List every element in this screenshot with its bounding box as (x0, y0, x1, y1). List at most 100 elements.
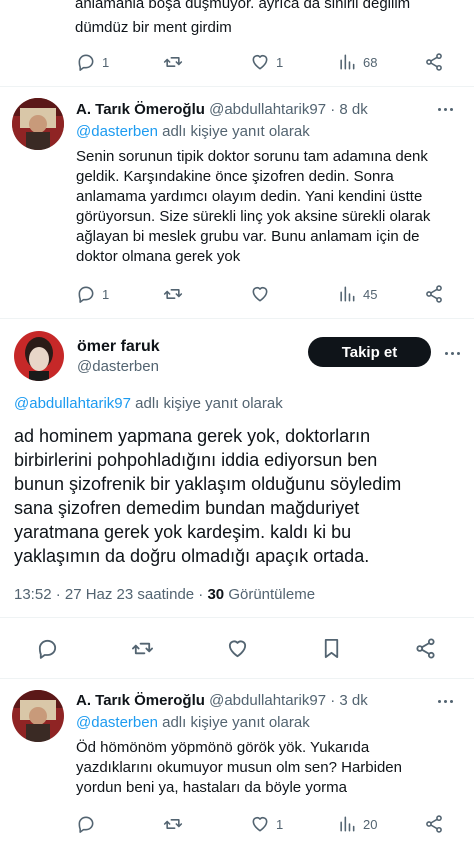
reply-icon (76, 52, 96, 72)
divider (0, 678, 474, 679)
main-tweet-line: bunun şizofrenik bir yaklaşım olduğunu s… (14, 474, 402, 494)
author-name[interactable]: A. Tarık Ömeroğlu (76, 101, 205, 118)
like-icon (250, 52, 270, 72)
prev-retweet-button[interactable] (163, 52, 183, 72)
reply-to-suffix: adlı kişiye yanıt olarak (162, 714, 310, 731)
reply-button[interactable] (76, 814, 102, 834)
retweet-icon (131, 637, 154, 660)
main-like-button[interactable] (226, 637, 249, 660)
views-icon (337, 284, 357, 304)
tweet-header: A. Tarık Ömeroğlu @abdullahtarik97 · 8 d… (76, 100, 368, 120)
tweet-line: anlamama yardımcı olayım dedin. Yani ken… (76, 188, 423, 205)
like-icon (226, 637, 249, 660)
reply-icon (36, 637, 59, 660)
tweet-line: görüyorsun. Size sürekli linç yok aksine… (76, 208, 431, 225)
retweet-button[interactable] (163, 814, 183, 834)
avatar-image (12, 690, 64, 742)
prev-views-button[interactable]: 68 (337, 52, 377, 72)
divider (0, 617, 474, 618)
tweet-time[interactable]: · 8 dk (330, 101, 368, 118)
prev-share-button[interactable] (424, 52, 444, 72)
tweet-line: Öd hömönöm yöpmönö görök yök. Yukarıda (76, 739, 370, 756)
reply-context: @dasterben adlı kişiye yanıt olarak (76, 713, 310, 733)
reply-button[interactable]: 1 (76, 284, 109, 304)
retweet-icon (163, 52, 183, 72)
main-share-button[interactable] (414, 637, 437, 660)
tweet-line: ağlayan bi meslek grubu var. Bunu anlama… (76, 228, 420, 245)
share-icon (424, 284, 444, 304)
reply-context: @dasterben adlı kişiye yanıt olarak (76, 122, 310, 142)
main-reply-context: @abdullahtarik97 adlı kişiye yanıt olara… (14, 394, 283, 414)
more-icon[interactable] (438, 700, 453, 703)
tweet-line: doktor olmana gerek yok (76, 248, 241, 265)
avatar-image (12, 98, 64, 150)
main-tweet-line: yaklaşımın da doğru olmadığı apaçık orta… (14, 546, 370, 566)
prev-reply-button[interactable]: 1 (76, 52, 109, 72)
author-handle[interactable]: @abdullahtarik97 (209, 101, 326, 118)
main-reply-button[interactable] (36, 637, 59, 660)
main-tweet-line: yaratmana gerek yok kardeşim. kaldı ki b… (14, 522, 352, 542)
main-tweet-line: ad hominem yapmana gerek yok, doktorları… (14, 426, 371, 446)
tweet-line: yordun beni ya, hastaları da böyle yorma (76, 779, 347, 796)
more-icon[interactable] (445, 352, 460, 355)
prev-like-button[interactable]: 1 (250, 52, 283, 72)
more-icon[interactable] (438, 108, 453, 111)
share-button[interactable] (424, 284, 444, 304)
share-button[interactable] (424, 814, 444, 834)
tweet-line: yazdıklarını okumuyor musun olm sen? Har… (76, 759, 402, 776)
main-bookmark-button[interactable] (320, 637, 343, 660)
author-handle[interactable]: @abdullahtarik97 (209, 692, 326, 709)
bookmark-icon (320, 637, 343, 660)
like-button[interactable] (250, 284, 270, 304)
author-name[interactable]: A. Tarık Ömeroğlu (76, 692, 205, 709)
tweet-body: Öd hömönöm yöpmönö görök yök. Yukarıda y… (76, 738, 466, 798)
share-icon (414, 637, 437, 660)
reply-to-suffix: adlı kişiye yanıt olarak (135, 395, 283, 412)
avatar-tarik[interactable] (12, 690, 64, 742)
reply-to-suffix: adlı kişiye yanıt olarak (162, 123, 310, 140)
main-tweet-line: birbirlerini pohpohladığını iddia ediyor… (14, 450, 378, 470)
views-button[interactable]: 45 (337, 284, 377, 304)
like-icon (250, 814, 270, 834)
main-tweet-line: sana şizofren demedim bundan mağduriyet (14, 498, 360, 518)
like-count: 1 (276, 816, 284, 832)
tweet-body: Senin sorunun tipik doktor sorunu tam ad… (76, 147, 466, 267)
divider (0, 86, 474, 87)
main-tweet-meta: 13:52 · 27 Haz 23 saatinde · 30 Görüntül… (14, 585, 315, 605)
views-count: 45 (363, 286, 378, 302)
main-tweet-body: ad hominem yapmana gerek yok, doktorları… (14, 424, 466, 568)
views-count: 20 (363, 816, 378, 832)
main-author-handle[interactable]: @dasterben (77, 357, 159, 377)
main-author-name[interactable]: ömer faruk (77, 337, 160, 357)
tweet-line: Senin sorunun tipik doktor sorunu tam ad… (76, 148, 428, 165)
like-icon (250, 284, 270, 304)
reply-to-user[interactable]: @abdullahtarik97 (14, 395, 131, 412)
prev-tweet-text-line2: dümdüz bir ment girdim (75, 19, 232, 36)
like-button[interactable]: 1 (250, 814, 283, 834)
reply-to-user[interactable]: @dasterben (76, 714, 158, 731)
reply-count: 1 (102, 286, 110, 302)
share-icon (424, 814, 444, 834)
share-icon (424, 52, 444, 72)
prev-views-count: 68 (363, 54, 378, 70)
retweet-icon (163, 814, 183, 834)
divider (0, 318, 474, 319)
main-views-label: Görüntüleme (228, 586, 316, 603)
reply-icon (76, 284, 96, 304)
tweet-time[interactable]: · 3 dk (330, 692, 368, 709)
reply-icon (76, 814, 96, 834)
retweet-button[interactable] (163, 284, 183, 304)
views-icon (337, 814, 357, 834)
avatar-image (14, 331, 64, 381)
reply-to-user[interactable]: @dasterben (76, 123, 158, 140)
main-views-count: 30 (207, 586, 225, 603)
main-retweet-button[interactable] (131, 637, 154, 660)
main-timestamp[interactable]: 13:52 · 27 Haz 23 saatinde · (14, 586, 203, 603)
follow-button[interactable]: Takip et (308, 337, 431, 367)
prev-tweet-text-line1: anlamanla boşa düşmüyor. ayrıca da sinir… (75, 0, 411, 12)
views-button[interactable]: 20 (337, 814, 377, 834)
avatar-omer[interactable] (14, 331, 64, 381)
avatar-tarik[interactable] (12, 98, 64, 150)
views-icon (337, 52, 357, 72)
tweet-line: geldik. Karşındakine önce şizofren dedin… (76, 168, 394, 185)
